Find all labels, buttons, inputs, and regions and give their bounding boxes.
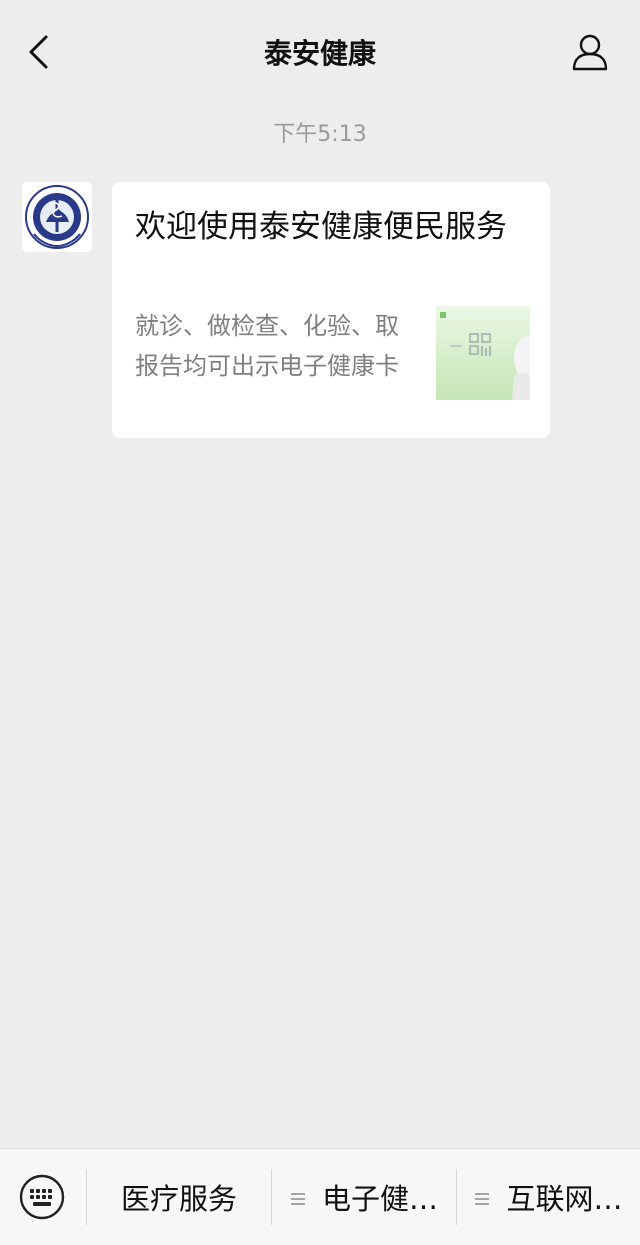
hospital-logo-icon — [22, 182, 92, 252]
avatar[interactable] — [22, 182, 92, 252]
menu-list-icon — [290, 1180, 306, 1214]
profile-button[interactable] — [568, 32, 612, 76]
nav-bar: 泰安健康 — [0, 0, 640, 108]
page-title: 泰安健康 — [263, 37, 376, 70]
keyboard-button[interactable] — [18, 1173, 66, 1221]
message-timestamp: 下午5:13 — [273, 122, 367, 147]
bottom-menu-bar: 医疗服务 电子健… 互联网… — [0, 1148, 640, 1245]
health-card-thumbnail — [436, 306, 530, 400]
menu-item-label: 互联网… — [506, 1182, 623, 1216]
menu-item-internet-hospital[interactable]: 互联网… — [457, 1149, 640, 1245]
person-icon — [571, 33, 609, 75]
message-title: 欢迎使用泰安健康便民服务 — [135, 209, 507, 245]
keyboard-icon — [18, 1174, 66, 1225]
menu-item-medical-service[interactable]: 医疗服务 — [87, 1149, 271, 1245]
menu-list-icon — [474, 1180, 490, 1214]
message-description: 就诊、做检查、化验、取报告均可出示电子健康卡 — [135, 312, 399, 380]
menu-item-e-health-card[interactable]: 电子健… — [272, 1149, 456, 1245]
message-card[interactable]: 欢迎使用泰安健康便民服务 就诊、做检查、化验、取报告均可出示电子健康卡 — [112, 182, 550, 438]
menu-item-label: 电子健… — [321, 1182, 438, 1216]
menu-item-label: 医疗服务 — [120, 1182, 237, 1216]
